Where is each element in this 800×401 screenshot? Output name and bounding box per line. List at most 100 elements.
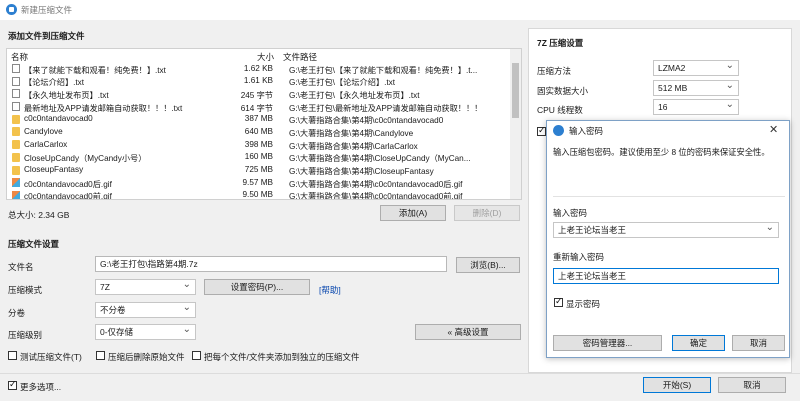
text-file-icon — [12, 89, 20, 99]
delete-button[interactable]: 删除(D) — [454, 205, 520, 221]
test-archive-checkbox[interactable] — [8, 351, 17, 360]
reenter-password-label: 重新输入密码 — [553, 252, 605, 262]
image-file-icon — [12, 178, 20, 188]
file-list[interactable]: 名称 大小 文件路径 【来了就能下载和观看！纯免费！】.txt 1.62 KB G:… — [6, 48, 522, 200]
scrollbar-thumb[interactable] — [512, 63, 519, 118]
app-icon — [6, 4, 17, 15]
browse-button[interactable]: 浏览(B)... — [456, 257, 520, 273]
folder-icon — [12, 140, 20, 150]
file-name: 【来了就能下载和观看！纯免费！】.txt — [24, 65, 166, 75]
enter-password-input[interactable]: 上老王论坛当老王 — [553, 221, 779, 238]
each-separate-label[interactable]: 把每个文件/文件夹添加到独立的压缩文件 — [204, 351, 359, 363]
file-name: 最新地址及APP请发邮箱自动获取！！！.txt — [24, 103, 183, 113]
add-button[interactable]: 添加(A) — [380, 205, 446, 221]
file-row[interactable]: c0c0ntandavocad0前.gif 9.50 MB G:\大薯指路合集\第4… — [7, 189, 521, 200]
file-path: G:\大薯指路合集\第4期\CloseupFantasy — [289, 167, 434, 176]
password-dialog: 输入密码 ✕ 输入压缩包密码。建议使用至少 8 位的密码来保证安全性。 输入密码… — [546, 120, 790, 358]
file-path: G:\大薯指路合集\第4期\c0c0ntandavocad0 — [289, 116, 444, 126]
filename-input[interactable]: G:\老王打包\指路第4期.7z — [95, 256, 447, 272]
cancel-button[interactable]: 取消 — [718, 377, 786, 393]
split-label: 分卷 — [8, 308, 26, 318]
level-select[interactable]: 0-仅存储 — [95, 323, 196, 340]
start-button[interactable]: 开始(S) — [643, 377, 711, 393]
method-select[interactable]: LZMA2 — [653, 59, 739, 76]
file-name: CloseupFantasy — [24, 165, 84, 174]
file-path: G:\老王打包\【论坛介绍】.txt — [289, 78, 395, 88]
file-list-scrollbar[interactable] — [510, 49, 521, 199]
file-row[interactable]: 【永久地址发布页】.txt 245 字节 G:\老王打包\【永久地址发布页】.txt — [7, 87, 521, 100]
file-name: c0c0ntandavocad0前.gif — [24, 192, 112, 200]
file-row[interactable]: CloseUpCandy（MyCandy小号） 160 MB G:\大薯指路合集\第… — [7, 151, 521, 164]
show-password-checkbox[interactable] — [554, 296, 563, 307]
more-options-checkbox[interactable] — [8, 379, 17, 390]
test-archive-label[interactable]: 测试压缩文件(T) — [20, 351, 82, 363]
file-name: 【永久地址发布页】.txt — [24, 90, 109, 100]
threads-select[interactable]: 16 — [653, 98, 739, 115]
file-row[interactable]: c0c0ntandavocad0后.gif 9.57 MB G:\大薯指路合集\第4… — [7, 176, 521, 189]
dialog-divider — [553, 196, 785, 197]
format-select[interactable]: 7Z — [95, 278, 196, 295]
settings-section-title: 压缩文件设置 — [8, 239, 60, 249]
total-size: 总大小: 2.34 GB — [8, 210, 70, 220]
file-path: G:\老王打包\【永久地址发布页】.txt — [289, 90, 420, 100]
file-path: G:\老王打包\最新地址及APP请发邮箱自动获取！！！ — [289, 103, 483, 113]
close-icon[interactable]: ✕ — [769, 123, 778, 136]
file-size: 245 字节 — [240, 90, 273, 100]
files-section-title: 添加文件到压缩文件 — [8, 31, 85, 41]
split-select[interactable]: 不分卷 — [95, 301, 196, 318]
folder-icon — [12, 114, 20, 124]
file-list-header: 名称 大小 文件路径 — [7, 49, 521, 62]
delete-after-label[interactable]: 压缩后删除原始文件 — [108, 351, 185, 363]
window-titlebar: 新建压缩文件 — [0, 0, 800, 20]
file-path: G:\大薯指路合集\第4期\c0c0ntandavocad0前.gif — [289, 192, 463, 200]
ok-button[interactable]: 确定 — [672, 335, 725, 351]
delete-after-checkbox[interactable] — [96, 351, 105, 360]
each-separate-checkbox[interactable] — [192, 351, 201, 360]
text-file-icon — [12, 76, 20, 86]
enter-password-label: 输入密码 — [553, 208, 588, 218]
set-password-button[interactable]: 设置密码(P)... — [204, 279, 310, 295]
file-row[interactable]: 【论坛介绍】.txt 1.61 KB G:\老王打包\【论坛介绍】.txt — [7, 75, 521, 88]
file-size: 1.61 KB — [243, 76, 273, 86]
reenter-password-input[interactable]: 上老王论坛当老王 — [553, 268, 779, 284]
text-file-icon — [12, 102, 20, 112]
file-rows: 【来了就能下载和观看！纯免费！】.txt 1.62 KB G:\老王打包\【来了就能… — [7, 62, 521, 200]
file-size: 398 MB — [244, 139, 273, 149]
file-size: 9.50 MB — [242, 190, 274, 200]
help-link[interactable]: [帮助] — [319, 284, 341, 296]
file-row[interactable]: 最新地址及APP请发邮箱自动获取！！！.txt 614 字节 G:\老王打包\最新地… — [7, 100, 521, 113]
show-password-label[interactable]: 显示密码 — [566, 298, 600, 310]
file-name: 【论坛介绍】.txt — [24, 78, 85, 88]
format-label: 压缩模式 — [8, 285, 43, 295]
bottom-divider — [0, 373, 800, 374]
file-path: G:\大薯指路合集\第4期\c0c0ntandavocad0后.gif — [289, 179, 463, 189]
file-name: c0c0ntandavocad0 — [24, 114, 93, 124]
password-manager-button[interactable]: 密码管理器... — [553, 335, 662, 351]
more-options-label[interactable]: 更多选项... — [20, 381, 61, 393]
file-row[interactable]: Candylove 640 MB G:\大薯指路合集\第4期\Candylove — [7, 125, 521, 138]
image-file-icon — [12, 190, 20, 199]
password-dialog-titlebar: 输入密码 ✕ — [547, 121, 789, 141]
dialog-cancel-button[interactable]: 取消 — [732, 335, 785, 351]
file-row[interactable]: 【来了就能下载和观看！纯免费！】.txt 1.62 KB G:\老王打包\【来了就能… — [7, 62, 521, 75]
folder-icon — [12, 165, 20, 175]
file-row[interactable]: CarlaCarlox 398 MB G:\大薯指路合集\第4期\CarlaCarl… — [7, 138, 521, 151]
threads-label: CPU 线程数 — [537, 105, 583, 115]
dialog-app-icon — [553, 125, 564, 136]
filename-label: 文件名 — [8, 262, 34, 272]
seven-zip-option-checkbox[interactable] — [537, 125, 546, 136]
level-label: 压缩级别 — [8, 330, 43, 340]
file-name: Candylove — [24, 126, 63, 136]
file-row[interactable]: CloseupFantasy 725 MB G:\大薯指路合集\第4期\Closeu… — [7, 164, 521, 177]
file-size: 1.62 KB — [243, 63, 273, 73]
file-size: 640 MB — [244, 126, 273, 136]
folder-icon — [12, 152, 20, 162]
advanced-settings-button[interactable]: « 高级设置 — [415, 324, 521, 340]
window-title: 新建压缩文件 — [21, 5, 73, 15]
dictionary-select[interactable]: 512 MB — [653, 79, 739, 96]
file-row[interactable]: c0c0ntandavocad0 387 MB G:\大薯指路合集\第4期\c0c0… — [7, 113, 521, 126]
file-size: 614 字节 — [240, 103, 273, 113]
file-path: G:\大薯指路合集\第4期\CloseUpCandy（MyCan... — [289, 154, 471, 164]
folder-icon — [12, 127, 20, 137]
file-name: CarlaCarlox — [24, 139, 68, 149]
